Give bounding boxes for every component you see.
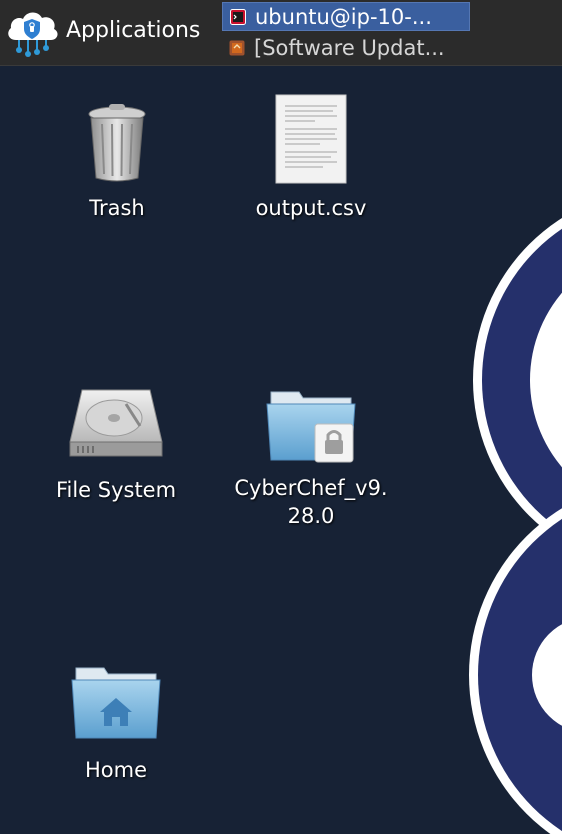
home-folder-icon [71, 667, 161, 739]
trash-icon [88, 104, 146, 182]
desktop-icon-label-line1: CyberChef_v9. [234, 476, 388, 500]
desktop-icon-output-csv[interactable]: output.csv [226, 94, 396, 222]
locked-folder-icon [266, 391, 356, 463]
hard-drive-icon [69, 389, 163, 457]
task-label-software-update: [Software Updat... [254, 35, 445, 60]
desktop-icon-label-line2: 28.0 [287, 504, 335, 528]
top-panel: Applications ubuntu@ip-10-... [Software … [0, 0, 562, 66]
document-icon [275, 94, 347, 184]
task-button-terminal[interactable]: ubuntu@ip-10-... [222, 2, 470, 31]
terminal-icon [230, 8, 246, 25]
desktop-icon-label: File System [55, 478, 177, 502]
cloud-shield-logo-icon [8, 12, 58, 57]
desktop-icon-file-system[interactable]: File System [31, 386, 201, 504]
task-label-terminal: ubuntu@ip-10-... [255, 4, 432, 29]
task-list: ubuntu@ip-10-... [Software Updat... [222, 2, 470, 62]
desktop-icon-label: Trash [89, 196, 145, 220]
software-update-icon [229, 40, 245, 55]
applications-menu-button[interactable]: Applications [0, 0, 218, 66]
desktop-icon-label: Home [84, 758, 147, 782]
desktop-icon-label: output.csv [255, 196, 367, 220]
desktop-icon-trash[interactable]: Trash [32, 100, 202, 222]
desktop-icon-home[interactable]: Home [31, 666, 201, 784]
task-button-software-update[interactable]: [Software Updat... [222, 33, 470, 62]
applications-menu-label: Applications [66, 18, 201, 43]
desktop-icon-cyberchef-folder[interactable]: CyberChef_v9. 28.0 [226, 386, 396, 530]
